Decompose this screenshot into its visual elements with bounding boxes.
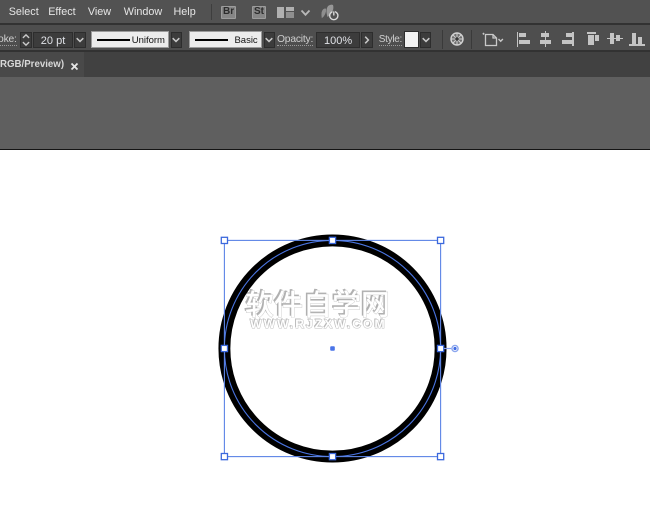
svg-text:WWW.RJZXW.COM: WWW.RJZXW.COM [250,317,386,331]
